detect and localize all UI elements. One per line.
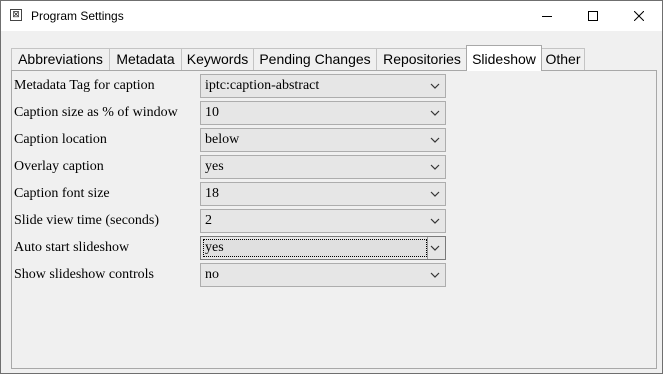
- caption-font-size-select[interactable]: 18: [200, 182, 446, 206]
- tab-metadata[interactable]: Metadata: [109, 48, 182, 70]
- auto-start-slideshow-select[interactable]: yes: [200, 236, 446, 260]
- chevron-down-icon: [430, 110, 440, 116]
- maximize-button[interactable]: [570, 1, 616, 31]
- tab-strip: Abbreviations Metadata Keywords Pending …: [11, 45, 657, 71]
- focus-indicator: [203, 239, 427, 257]
- chevron-down-icon: [430, 191, 440, 197]
- caption-location-select[interactable]: below: [200, 128, 446, 152]
- setting-label: Slide view time (seconds): [14, 213, 160, 228]
- tab-other[interactable]: Other: [541, 48, 585, 70]
- setting-label: Caption location: [14, 132, 107, 147]
- minimize-button[interactable]: [524, 1, 570, 31]
- setting-label: Show slideshow controls: [14, 267, 154, 282]
- tab-repositories[interactable]: Repositories: [376, 48, 468, 70]
- minimize-icon: [542, 16, 552, 17]
- select-value: yes: [205, 240, 224, 255]
- tab-abbreviations[interactable]: Abbreviations: [11, 48, 110, 70]
- select-value: yes: [205, 159, 224, 174]
- select-divider: [427, 237, 428, 259]
- maximize-icon: [588, 11, 598, 21]
- select-value: no: [205, 267, 219, 282]
- setting-label: Metadata Tag for caption: [14, 78, 155, 93]
- window-title: Program Settings: [31, 9, 124, 23]
- select-value: 18: [205, 186, 219, 201]
- slide-view-time-select[interactable]: 2: [200, 209, 446, 233]
- select-value: iptc:caption-abstract: [205, 78, 320, 93]
- title-bar[interactable]: ⊠ Program Settings: [1, 1, 662, 31]
- setting-label: Auto start slideshow: [14, 240, 130, 255]
- tab-pending-changes[interactable]: Pending Changes: [253, 48, 377, 70]
- chevron-down-icon: [430, 83, 440, 89]
- chevron-down-icon: [430, 164, 440, 170]
- close-button[interactable]: [616, 1, 662, 31]
- overlay-caption-select[interactable]: yes: [200, 155, 446, 179]
- setting-label: Overlay caption: [14, 159, 104, 174]
- app-icon[interactable]: ⊠: [10, 9, 22, 21]
- chevron-down-icon: [430, 218, 440, 224]
- caption-tag-select[interactable]: iptc:caption-abstract: [200, 74, 446, 98]
- show-slideshow-controls-select[interactable]: no: [200, 263, 446, 287]
- chevron-down-icon: [430, 245, 440, 251]
- select-value: below: [205, 132, 240, 147]
- caption-size-select[interactable]: 10: [200, 101, 446, 125]
- chevron-down-icon: [430, 137, 440, 143]
- tab-keywords[interactable]: Keywords: [181, 48, 254, 70]
- chevron-down-icon: [430, 272, 440, 278]
- close-icon: [634, 11, 644, 21]
- select-value: 2: [205, 213, 212, 228]
- tab-slideshow[interactable]: Slideshow: [466, 45, 542, 71]
- program-settings-window: ⊠ Program Settings Abbreviations Metadat…: [0, 0, 663, 374]
- setting-label: Caption size as % of window: [14, 105, 178, 120]
- setting-label: Caption font size: [14, 186, 110, 201]
- select-value: 10: [205, 105, 219, 120]
